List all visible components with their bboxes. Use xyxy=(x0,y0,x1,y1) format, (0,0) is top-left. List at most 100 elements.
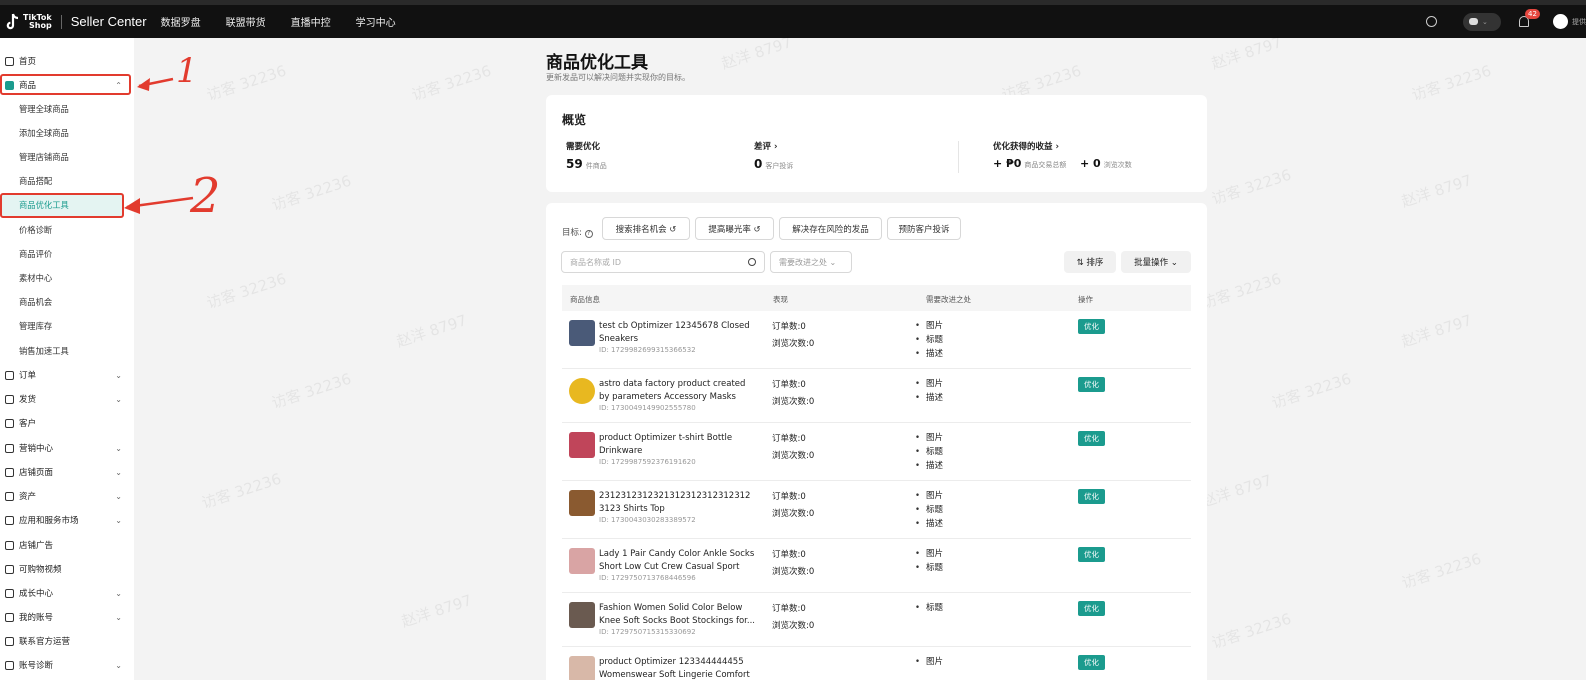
avatar[interactable] xyxy=(1553,14,1568,29)
account-icon xyxy=(5,612,14,622)
sidebar-item-shipping[interactable]: 发货 ⌄ xyxy=(0,389,134,409)
filter-risky-listings[interactable]: 解决存在风险的发品 xyxy=(779,217,882,240)
sidebar-item-assets[interactable]: 资产 ⌄ xyxy=(0,486,134,506)
bulk-actions-button[interactable]: 批量操作 ⌄ xyxy=(1121,251,1191,273)
sidebar-item-account-diagnosis[interactable]: 账号诊断 ⌄ xyxy=(0,655,134,675)
needs-optimization-unit: 件商品 xyxy=(585,162,607,170)
performance: 订单数:0 浏览次数:0 xyxy=(772,431,814,465)
sidebar-sub-reviews[interactable]: 商品评价 xyxy=(19,244,52,264)
sidebar-sub-media-center[interactable]: 素材中心 xyxy=(19,268,52,288)
notification-badge: 42 xyxy=(1525,9,1540,19)
orders-value: 0 xyxy=(800,380,806,390)
optimize-button[interactable]: 优化 xyxy=(1078,601,1105,616)
watermark: 访客 32236 xyxy=(1199,269,1284,313)
product-name[interactable]: product Optimizer 123344444455 Womenswea… xyxy=(599,656,757,680)
views-value: 0 xyxy=(808,567,815,577)
overview-divider xyxy=(958,141,959,173)
orders-label: 订单数: xyxy=(772,550,801,560)
product-thumbnail[interactable] xyxy=(569,602,595,628)
product-name[interactable]: test cb Optimizer 12345678 Closed Sneake… xyxy=(599,320,757,345)
product-thumbnail[interactable] xyxy=(569,320,595,346)
sidebar-item-growth-center[interactable]: 成长中心 ⌄ xyxy=(0,583,134,603)
optimize-button[interactable]: 优化 xyxy=(1078,431,1105,446)
nav-learning-center[interactable]: 学习中心 xyxy=(356,14,396,29)
sidebar-sub-sales-accelerator[interactable]: 销售加速工具 xyxy=(19,341,69,361)
filter-improve-exposure[interactable]: 提高曝光率 ↺ xyxy=(695,217,774,240)
chevron-down-icon: ⌄ xyxy=(1482,17,1488,26)
sidebar-item-shop-pages[interactable]: 店铺页面 ⌄ xyxy=(0,462,134,482)
sidebar-item-contact-ops[interactable]: 联系官方运营 xyxy=(0,631,134,651)
nav-live-console[interactable]: 直播中控 xyxy=(291,14,331,29)
search-icon[interactable] xyxy=(748,258,756,266)
wallet-icon xyxy=(5,491,14,501)
orders-label: 订单数: xyxy=(772,604,801,614)
improvement-item: 图片 xyxy=(915,377,943,391)
sidebar-sub-opportunities[interactable]: 商品机会 xyxy=(19,292,52,312)
optimize-button[interactable]: 优化 xyxy=(1078,655,1105,670)
search-input[interactable]: 商品名称或 ID xyxy=(561,251,765,273)
sidebar-item-marketing[interactable]: 营销中心 ⌄ xyxy=(0,438,134,458)
orders-value: 0 xyxy=(800,550,806,560)
user-name[interactable]: 提供 xyxy=(1572,17,1586,27)
product-thumbnail[interactable] xyxy=(569,490,595,516)
optimization-gains-link[interactable]: 优化获得的收益 › xyxy=(993,140,1059,152)
orders-value: 0 xyxy=(800,434,806,444)
product-thumbnail[interactable] xyxy=(569,378,595,404)
chevron-down-icon: ⌄ xyxy=(115,660,122,670)
optimize-button[interactable]: 优化 xyxy=(1078,489,1105,504)
shop-icon xyxy=(5,467,14,477)
sidebar-sub-inventory[interactable]: 管理库存 xyxy=(19,316,52,336)
bad-review-link[interactable]: 差评 › xyxy=(754,140,777,152)
views-value: 0 xyxy=(808,509,815,519)
bell-icon[interactable]: 42 xyxy=(1519,9,1540,27)
diagnosis-icon xyxy=(5,660,14,670)
help-icon[interactable]: ? xyxy=(584,230,593,238)
sidebar-item-my-account[interactable]: 我的账号 ⌄ xyxy=(0,607,134,627)
orders-icon xyxy=(5,370,14,380)
improvement-dropdown[interactable]: 需要改进之处 ⌄ xyxy=(770,251,852,273)
annotation-number-2: 2 xyxy=(190,168,221,224)
improvement-item: 图片 xyxy=(915,655,943,669)
refresh-icon[interactable] xyxy=(1426,16,1437,27)
watermark: 访客 32236 xyxy=(204,269,289,313)
sidebar-item-app-market[interactable]: 应用和服务市场 ⌄ xyxy=(0,510,134,530)
filter-search-ranking[interactable]: 搜索排名机会 ↺ xyxy=(602,217,690,240)
performance: 订单数:0 浏览次数:0 xyxy=(772,489,814,523)
product-name[interactable]: Fashion Women Solid Color Below Knee Sof… xyxy=(599,602,757,627)
orders-stat: 订单数:0 xyxy=(772,377,814,394)
views-label: 浏览次数: xyxy=(772,509,809,519)
views-stat: 浏览次数:0 xyxy=(772,618,814,635)
optimize-button[interactable]: 优化 xyxy=(1078,319,1105,334)
sidebar-item-label: 账号诊断 xyxy=(19,661,54,671)
improvement-list: 图片 xyxy=(915,655,943,669)
product-id: ID: 1729750713768446596 xyxy=(599,574,696,582)
product-thumbnail[interactable] xyxy=(569,656,595,680)
chat-button[interactable]: ⌄ xyxy=(1463,12,1501,31)
sort-button[interactable]: ⇅ 排序 xyxy=(1064,251,1116,273)
views-gain-stat: + 0 浏览次数 xyxy=(1080,157,1132,170)
table-row: Lady 1 Pair Candy Color Ankle Socks Shor… xyxy=(562,540,1191,593)
product-thumbnail[interactable] xyxy=(569,432,595,458)
improvement-item: 描述 xyxy=(915,517,943,531)
product-name[interactable]: 2312312312321312312312312312 3123 Shirts… xyxy=(599,490,757,515)
product-thumbnail[interactable] xyxy=(569,548,595,574)
sidebar-item-label: 店铺广告 xyxy=(19,541,54,551)
watermark: 赵洋 8797 xyxy=(399,591,475,631)
product-name[interactable]: product Optimizer t-shirt Bottle Drinkwa… xyxy=(599,432,757,457)
improvement-list: 图片 标题 描述 xyxy=(915,489,943,531)
sidebar-item-label: 店铺页面 xyxy=(19,468,54,478)
views-stat: 浏览次数:0 xyxy=(772,336,814,353)
sidebar-item-customers[interactable]: 客户 xyxy=(0,413,134,433)
optimize-button[interactable]: 优化 xyxy=(1078,377,1105,392)
col-improvements: 需要改进之处 xyxy=(926,295,971,304)
watermark: 访客 32236 xyxy=(1209,609,1294,653)
optimize-button[interactable]: 优化 xyxy=(1078,547,1105,562)
sidebar-item-shop-ads[interactable]: 店铺广告 xyxy=(0,535,134,555)
filter-prevent-complaints[interactable]: 预防客户投诉 xyxy=(887,217,961,240)
product-name[interactable]: Lady 1 Pair Candy Color Ankle Socks Shor… xyxy=(599,548,757,573)
product-name[interactable]: astro data factory product created by pa… xyxy=(599,378,757,403)
sidebar-item-orders[interactable]: 订单 ⌄ xyxy=(0,365,134,385)
performance: 订单数:0 浏览次数:0 xyxy=(772,547,814,581)
watermark: 访客 32236 xyxy=(199,469,284,513)
sidebar-item-shoppable-video[interactable]: 可购物视频 xyxy=(0,559,134,579)
